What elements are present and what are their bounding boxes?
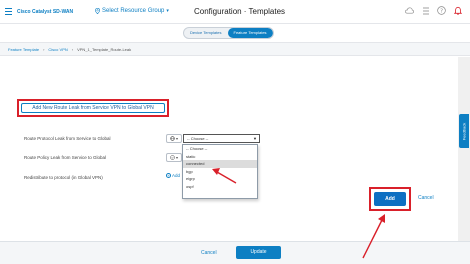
footer-bar: Cancel Update xyxy=(0,241,470,264)
header-actions: ? xyxy=(405,6,462,15)
tab-feature-templates[interactable]: Feature Templates xyxy=(227,28,273,38)
update-button[interactable]: Update xyxy=(236,246,281,259)
feedback-label: Feedback xyxy=(461,122,467,140)
add-redistribute-link[interactable]: + Add xyxy=(166,173,180,178)
resource-group-selector[interactable]: Select Resource Group ▾ xyxy=(95,8,169,14)
cloud-icon[interactable] xyxy=(405,6,414,15)
footer-cancel-button[interactable]: Cancel xyxy=(201,250,217,256)
check-circle-icon xyxy=(170,155,175,160)
dropdown-option[interactable]: ospf xyxy=(183,183,257,191)
chevron-down-icon: ▼ xyxy=(253,136,257,141)
brand-name: Cisco Catalyst SD-WAN xyxy=(17,9,74,15)
chevron-right-icon: › xyxy=(43,46,45,52)
dropdown-option-selected[interactable]: connected xyxy=(183,160,257,168)
top-navigation-bar: Cisco Catalyst SD-WAN Select Resource Gr… xyxy=(0,0,470,24)
chevron-down-icon: ▾ xyxy=(175,136,178,141)
chevron-right-icon: › xyxy=(71,46,74,52)
notification-bell-icon[interactable] xyxy=(453,6,462,15)
more-menu-icon[interactable] xyxy=(421,6,430,15)
add-route-leak-button[interactable]: Add New Route Leak from Service VPN to G… xyxy=(21,103,165,113)
highlight-box: Add New Route Leak from Service VPN to G… xyxy=(17,99,169,117)
select-value: -- Choose -- xyxy=(187,136,209,141)
route-protocol-label: Route Protocol Leak from Service to Glob… xyxy=(24,136,111,141)
breadcrumb: Feature Template › Cisco VPN › VPN_1_Tem… xyxy=(0,42,470,56)
dropdown-option[interactable]: static xyxy=(183,153,257,161)
cancel-link[interactable]: Cancel xyxy=(418,195,434,201)
chevron-down-icon: ▾ xyxy=(166,8,169,14)
location-pin-icon xyxy=(95,8,100,14)
globe-icon xyxy=(170,136,175,141)
route-protocol-select[interactable]: -- Choose -- ▼ xyxy=(183,134,260,143)
dropdown-option[interactable]: bgp xyxy=(183,168,257,176)
add-link-label: Add xyxy=(172,173,181,178)
feedback-tab[interactable]: Feedback xyxy=(459,114,469,148)
template-tabs-bar: Device Templates Feature Templates xyxy=(0,25,470,41)
scrollbar[interactable] xyxy=(458,57,470,241)
highlight-box: Add xyxy=(369,187,411,211)
route-protocol-dropdown: -- Choose -- static connected bgp eigrp … xyxy=(182,144,258,199)
help-icon[interactable]: ? xyxy=(437,6,446,15)
scope-selector-default[interactable]: ▾ xyxy=(166,153,182,162)
add-button[interactable]: Add xyxy=(374,192,406,206)
scope-selector-global[interactable]: ▾ xyxy=(166,134,182,143)
route-policy-label: Route Policy Leak from Service to Global xyxy=(24,155,107,160)
resource-group-label: Select Resource Group xyxy=(102,8,165,14)
svg-text:?: ? xyxy=(440,8,443,14)
breadcrumb-current: VPN_1_Template_Route-Leak xyxy=(77,46,132,52)
template-type-tabs: Device Templates Feature Templates xyxy=(183,27,274,39)
breadcrumb-cisco-vpn[interactable]: Cisco VPN xyxy=(48,47,67,52)
tab-device-templates[interactable]: Device Templates xyxy=(184,28,228,38)
dropdown-option[interactable]: eigrp xyxy=(183,175,257,183)
menu-icon[interactable] xyxy=(5,8,12,15)
redistribute-label: Redistribute to protocol (in Global VPN) xyxy=(24,175,103,180)
breadcrumb-feature-template[interactable]: Feature Template xyxy=(8,47,39,52)
page-title: Configuration · Templates xyxy=(194,7,286,16)
chevron-down-icon: ▾ xyxy=(175,155,178,160)
plus-icon: + xyxy=(166,173,171,178)
dropdown-option[interactable]: -- Choose -- xyxy=(183,145,257,153)
